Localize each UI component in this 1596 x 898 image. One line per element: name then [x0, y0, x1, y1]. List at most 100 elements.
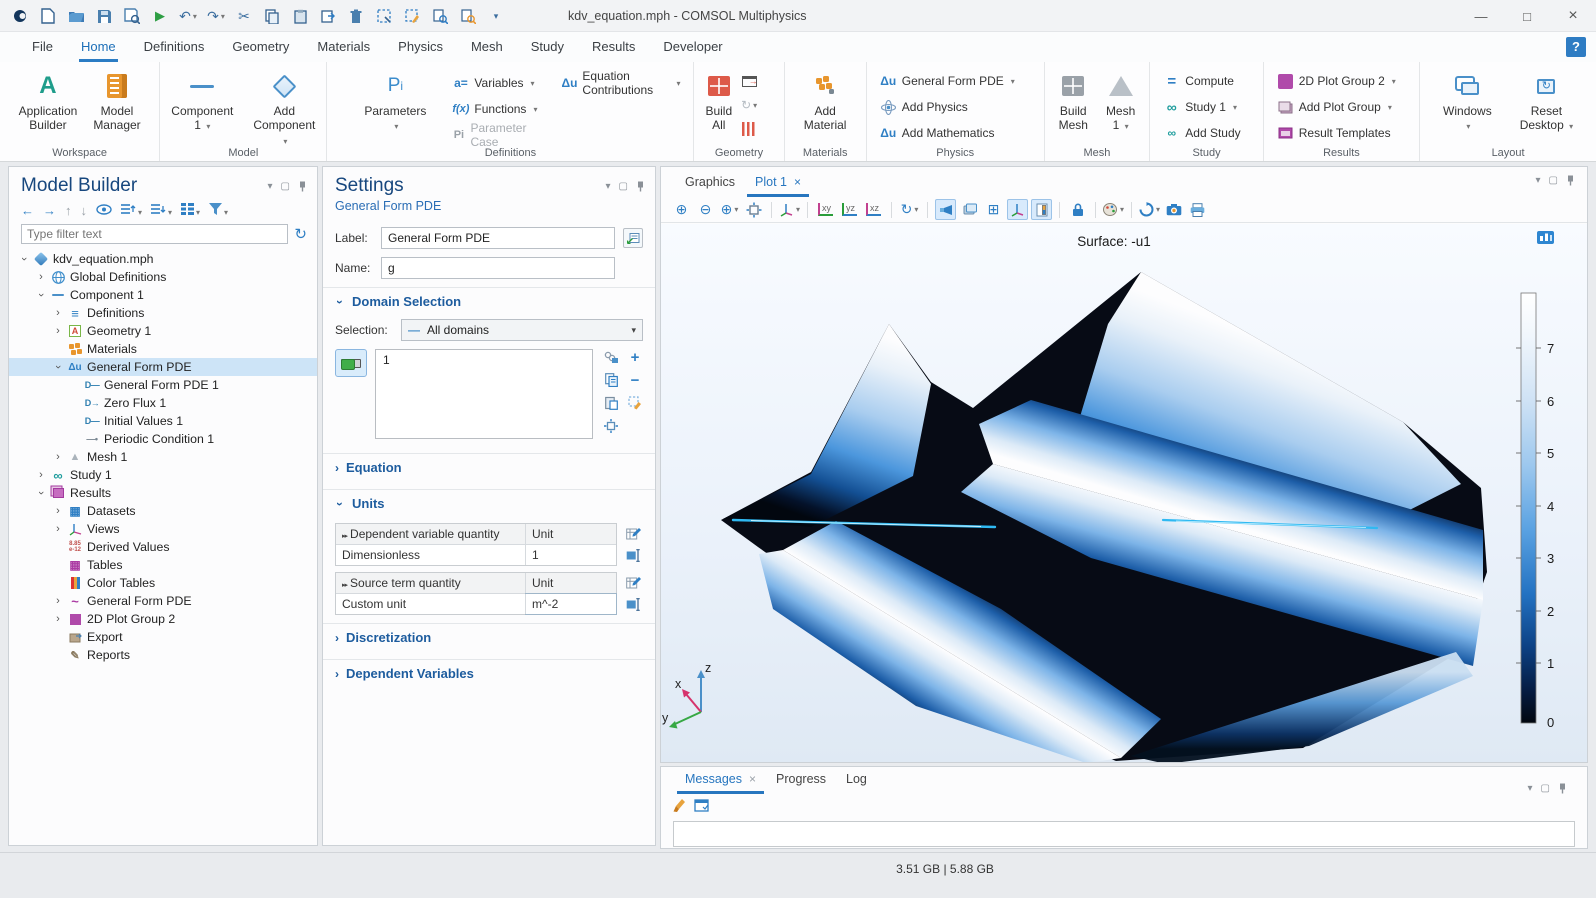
tree-item-derived-values[interactable]: 8.85e-12Derived Values — [9, 538, 317, 556]
print-icon[interactable] — [1187, 199, 1208, 220]
plot-group-2-button[interactable]: 2D Plot Group 2▾ — [1274, 69, 1399, 93]
chevron-icon[interactable]: › — [53, 595, 63, 607]
back-icon[interactable]: ← — [21, 203, 34, 218]
equation-contributions-button[interactable]: ΔuEquation Contributions▾ — [558, 71, 683, 95]
zoom-out-icon[interactable]: ⊖ — [695, 199, 716, 220]
label-field[interactable] — [381, 227, 615, 249]
parameters-button[interactable]: Pi Parameters▾ — [359, 67, 431, 135]
source-unit-cell[interactable]: m^-2 — [525, 593, 617, 615]
rotate-view-icon[interactable]: ↻▾ — [899, 199, 920, 220]
insert-sequence-icon[interactable] — [737, 71, 761, 91]
update-plot-icon[interactable]: ▾ — [1139, 199, 1160, 220]
panel-pin-icon[interactable] — [636, 181, 645, 192]
duplicate-icon[interactable] — [316, 4, 340, 28]
undo-button[interactable]: ↶▾ — [176, 4, 200, 28]
study-1-button[interactable]: ∞Study 1▾ — [1160, 95, 1243, 119]
functions-button[interactable]: f(x)Functions▾ — [449, 97, 540, 121]
tree-item-zero-flux-1[interactable]: D→Zero Flux 1 — [9, 394, 317, 412]
result-templates-button[interactable]: Result Templates — [1274, 121, 1399, 145]
chevron-icon[interactable]: › — [52, 362, 64, 372]
panel-pin-icon[interactable] — [298, 181, 307, 192]
panel-menu-icon[interactable]: ▾ — [1536, 175, 1541, 186]
chevron-icon[interactable]: › — [18, 254, 30, 264]
delete-icon[interactable] — [344, 4, 368, 28]
panel-float-icon[interactable]: ▢ — [1541, 783, 1550, 794]
zoom-to-selection-icon[interactable] — [603, 418, 619, 434]
tree-item-tables[interactable]: ▦Tables — [9, 556, 317, 574]
compute-button[interactable]: =Compute — [1160, 69, 1243, 93]
zoom-box-icon[interactable]: ⊕▾ — [719, 199, 740, 220]
open-messages-window-icon[interactable] — [694, 799, 709, 815]
chevron-icon[interactable]: › — [36, 469, 46, 481]
tree-item-study-1[interactable]: ›∞Study 1 — [9, 466, 317, 484]
view-xz-icon[interactable]: xz — [863, 199, 884, 220]
section-units[interactable]: ›Units — [323, 489, 655, 517]
chevron-icon[interactable]: › — [53, 325, 63, 337]
tree-item-initial-values-1[interactable]: D—Initial Values 1 — [9, 412, 317, 430]
panel-menu-icon[interactable]: ▾ — [1528, 783, 1533, 794]
tree-item-materials[interactable]: Materials — [9, 340, 317, 358]
tree-filter-input[interactable] — [21, 224, 288, 244]
minimize-button[interactable]: — — [1458, 0, 1504, 32]
chevron-icon[interactable]: › — [53, 613, 63, 625]
active-toggle-button[interactable] — [335, 349, 367, 377]
update-geometry-icon[interactable]: ↻▾ — [737, 95, 761, 115]
menu-mesh[interactable]: Mesh — [457, 32, 517, 62]
general-form-pde-ribbon-button[interactable]: ΔuGeneral Form PDE▾ — [877, 69, 1018, 93]
snapshot-camera-icon[interactable] — [1163, 199, 1184, 220]
scene-light-icon[interactable] — [959, 199, 980, 220]
menu-developer[interactable]: Developer — [649, 32, 736, 62]
grid-icon[interactable]: ⊞ — [983, 199, 1004, 220]
name-field[interactable] — [381, 257, 615, 279]
add-plot-group-button[interactable]: Add Plot Group▾ — [1274, 95, 1399, 119]
open-file-button[interactable] — [64, 4, 88, 28]
panel-pin-icon[interactable] — [1558, 783, 1567, 794]
rename-button[interactable] — [623, 228, 643, 248]
change-unit-icon[interactable] — [625, 547, 641, 563]
tree-item-geometry-1[interactable]: ›AGeometry 1 — [9, 322, 317, 340]
selection-dropdown[interactable]: — All domains ▾ — [401, 319, 643, 341]
tree-item-views[interactable]: ›Views — [9, 520, 317, 538]
close-tab-icon[interactable]: × — [749, 772, 756, 786]
mesh-1-button[interactable]: Mesh 1 ▾ — [1101, 67, 1140, 135]
add-component-button[interactable]: Add Component ▾ — [248, 67, 320, 149]
variables-button[interactable]: a=Variables▾ — [449, 71, 540, 95]
cut-icon[interactable]: ✂ — [232, 4, 256, 28]
panel-float-icon[interactable]: ▢ — [1549, 175, 1558, 186]
menu-file[interactable]: File — [18, 32, 67, 62]
select-box-icon[interactable] — [372, 4, 396, 28]
view-yz-icon[interactable]: yz — [839, 199, 860, 220]
panel-pin-icon[interactable] — [1566, 175, 1575, 186]
tree-item-definitions[interactable]: ›≡Definitions — [9, 304, 317, 322]
zoom-find-icon[interactable] — [456, 4, 480, 28]
menu-definitions[interactable]: Definitions — [130, 32, 219, 62]
run-button[interactable]: ▶ — [148, 4, 172, 28]
section-equation[interactable]: ›Equation — [323, 453, 655, 481]
menu-home[interactable]: Home — [67, 32, 130, 62]
tree-item-results[interactable]: ›Results — [9, 484, 317, 502]
menu-materials[interactable]: Materials — [303, 32, 384, 62]
change-unit-icon[interactable] — [625, 596, 641, 612]
clear-selection-icon[interactable] — [627, 395, 643, 411]
clear-messages-icon[interactable] — [673, 798, 686, 816]
deselect-icon[interactable] — [400, 4, 424, 28]
find-icon[interactable] — [428, 4, 452, 28]
tree-item-component-1[interactable]: ›Component 1 — [9, 286, 317, 304]
new-file-button[interactable] — [36, 4, 60, 28]
copy-icon[interactable] — [260, 4, 284, 28]
create-selection-icon[interactable] — [603, 372, 619, 388]
paste-icon[interactable] — [288, 4, 312, 28]
show-axes-icon[interactable] — [1007, 199, 1028, 220]
tree-item-mesh-1[interactable]: ›▲Mesh 1 — [9, 448, 317, 466]
go-to-default-view-icon[interactable]: ▾ — [779, 199, 800, 220]
save-button[interactable] — [92, 4, 116, 28]
color-palette-icon[interactable]: ▾ — [1103, 199, 1124, 220]
menu-geometry[interactable]: Geometry — [218, 32, 303, 62]
chevron-icon[interactable]: › — [36, 271, 46, 283]
tree-item-periodic-condition-1[interactable]: —•Periodic Condition 1 — [9, 430, 317, 448]
tab-log[interactable]: Log — [836, 772, 877, 794]
zoom-in-icon[interactable]: ⊕ — [671, 199, 692, 220]
virtual-operations-icon[interactable] — [737, 119, 761, 139]
section-domain-selection[interactable]: ›Domain Selection — [323, 287, 655, 315]
panel-menu-icon[interactable]: ▾ — [268, 181, 273, 192]
